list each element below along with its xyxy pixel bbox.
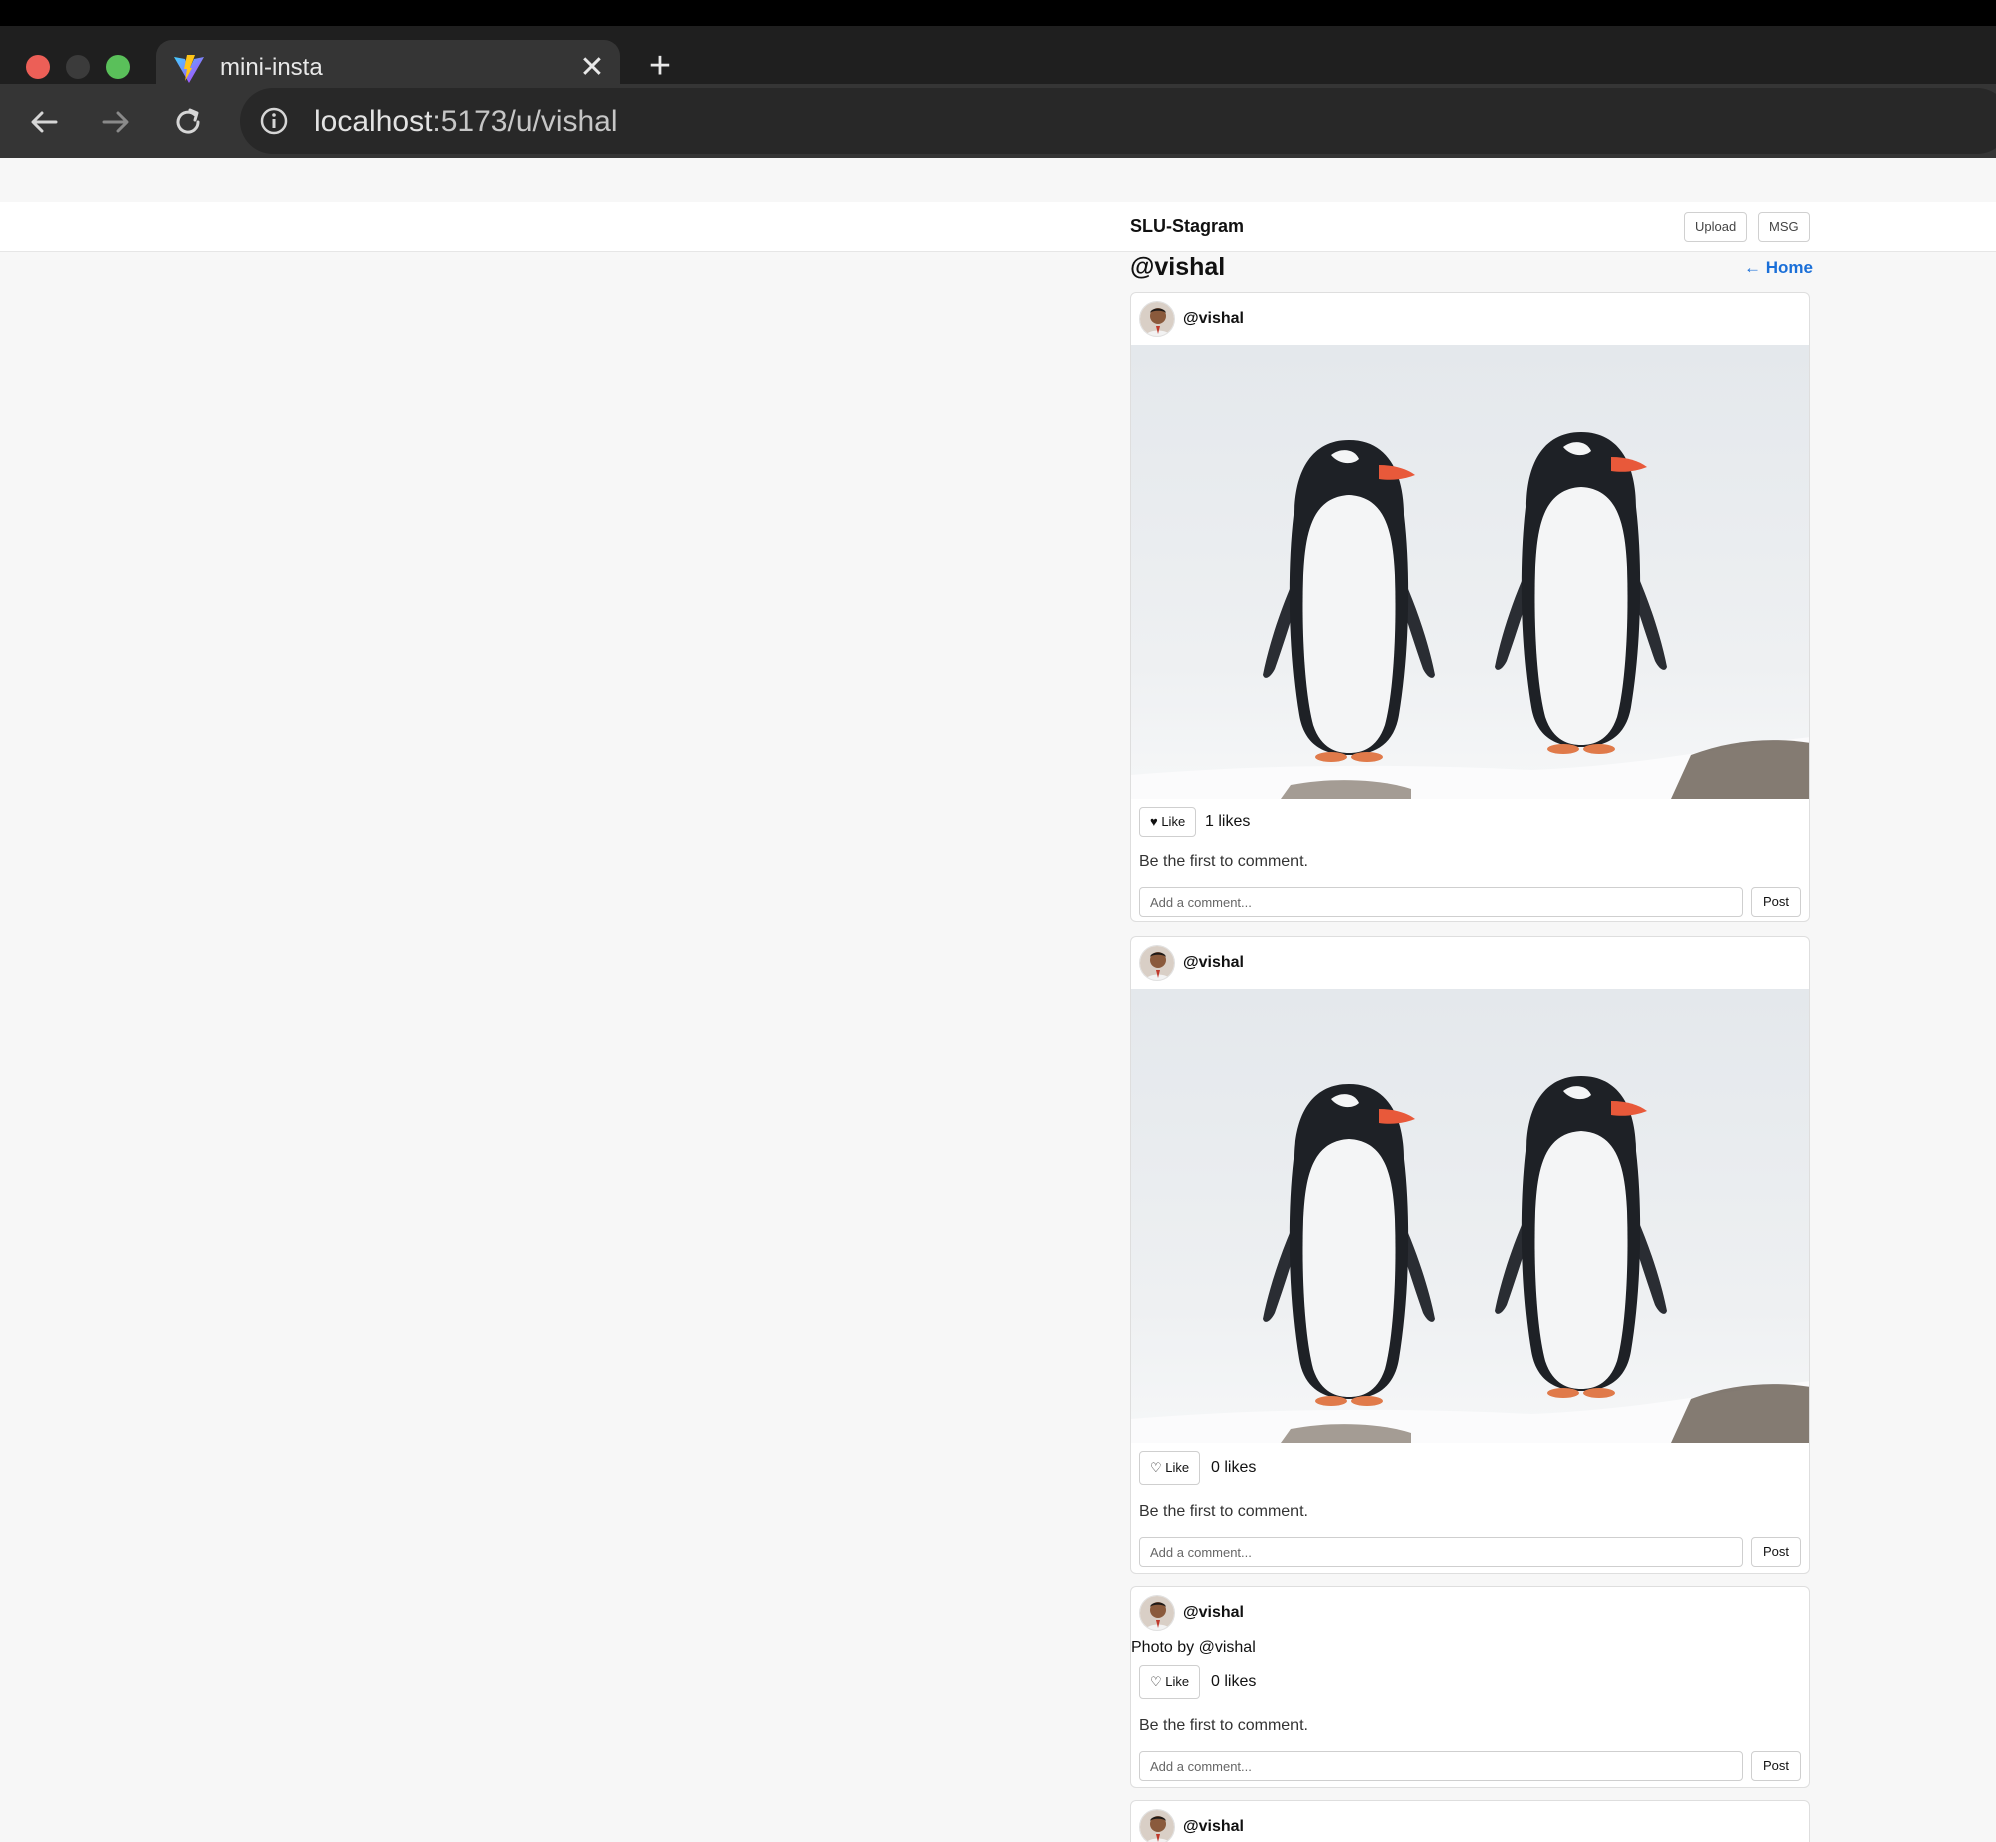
- url-text: localhost:5173/u/vishal: [314, 105, 618, 139]
- upload-button[interactable]: Upload: [1684, 212, 1748, 242]
- avatar[interactable]: [1139, 945, 1175, 981]
- user-avatar-icon: [1140, 1596, 1174, 1630]
- info-icon[interactable]: [258, 105, 290, 137]
- profile-title: @vishal: [1130, 253, 1226, 281]
- like-button[interactable]: ♥ Like: [1139, 807, 1197, 837]
- toolbar: localhost:5173/u/vishal: [0, 84, 1996, 158]
- post-card: @vishal: [1130, 1800, 1810, 1842]
- user-avatar-icon: [1140, 302, 1174, 336]
- maximize-window-button[interactable]: [106, 55, 130, 79]
- likes-count: 0 likes: [1211, 1459, 1257, 1476]
- post-username[interactable]: @vishal: [1183, 310, 1244, 328]
- msg-button[interactable]: MSG: [1758, 212, 1810, 242]
- user-avatar-icon: [1140, 1810, 1174, 1842]
- post-card: @vishal ♥ Like 1 likes Be the first to c…: [1130, 292, 1810, 922]
- avatar[interactable]: [1139, 1809, 1175, 1842]
- arrow-right-icon[interactable]: [98, 104, 134, 140]
- address-bar[interactable]: localhost:5173/u/vishal: [240, 88, 1996, 154]
- like-button[interactable]: ♡ Like: [1139, 1665, 1201, 1699]
- url-path: :5173/u/vishal: [432, 105, 618, 138]
- close-window-button[interactable]: [26, 55, 50, 79]
- post-comment-button[interactable]: Post: [1751, 1751, 1801, 1781]
- post-header: @vishal: [1139, 1809, 1739, 1842]
- post-card: @vishal ♡ Like 0 likes Be the first to c…: [1130, 936, 1810, 1574]
- post-photo[interactable]: [1131, 989, 1810, 1443]
- post-card: @vishal Photo by @vishal ♡ Like 0 likes …: [1130, 1586, 1810, 1788]
- avatar[interactable]: [1139, 301, 1175, 337]
- app-header: SLU-Stagram Upload MSG: [0, 202, 1996, 252]
- avatar[interactable]: [1139, 1595, 1175, 1631]
- empty-comments-text: Be the first to comment.: [1139, 853, 1308, 870]
- post-username[interactable]: @vishal: [1183, 954, 1244, 972]
- empty-comments-text: Be the first to comment.: [1139, 1717, 1308, 1734]
- minimize-window-button[interactable]: [66, 55, 90, 79]
- post-comment-button[interactable]: Post: [1751, 887, 1801, 917]
- user-avatar-icon: [1140, 946, 1174, 980]
- reload-icon[interactable]: [170, 104, 206, 140]
- tab-title: mini-insta: [220, 54, 323, 81]
- likes-count: 1 likes: [1205, 813, 1251, 830]
- comment-input[interactable]: [1139, 887, 1743, 917]
- like-button[interactable]: ♡ Like: [1139, 1451, 1201, 1485]
- broken-image-alt: Photo by @vishal: [1131, 1639, 1256, 1656]
- empty-comments-text: Be the first to comment.: [1139, 1503, 1308, 1520]
- arrow-left-icon[interactable]: [26, 104, 62, 140]
- home-link[interactable]: ← Home: [1744, 258, 1813, 278]
- post-comment-button[interactable]: Post: [1751, 1537, 1801, 1567]
- brand-logo-text[interactable]: SLU-Stagram: [1130, 216, 1244, 237]
- post-username[interactable]: @vishal: [1183, 1604, 1244, 1622]
- tab-close-icon[interactable]: ✕: [574, 50, 610, 86]
- post-header: @vishal: [1139, 301, 1739, 339]
- comment-input[interactable]: [1139, 1537, 1743, 1567]
- vite-logo-icon: [174, 55, 204, 83]
- post-photo[interactable]: [1131, 345, 1810, 799]
- likes-count: 0 likes: [1211, 1673, 1257, 1690]
- post-username[interactable]: @vishal: [1183, 1818, 1244, 1836]
- comment-input[interactable]: [1139, 1751, 1743, 1781]
- url-host: localhost: [314, 105, 433, 138]
- post-header: @vishal: [1139, 945, 1739, 983]
- post-header: @vishal: [1139, 1595, 1739, 1633]
- window-top-strip: [0, 0, 1996, 26]
- new-tab-button[interactable]: +: [642, 46, 678, 86]
